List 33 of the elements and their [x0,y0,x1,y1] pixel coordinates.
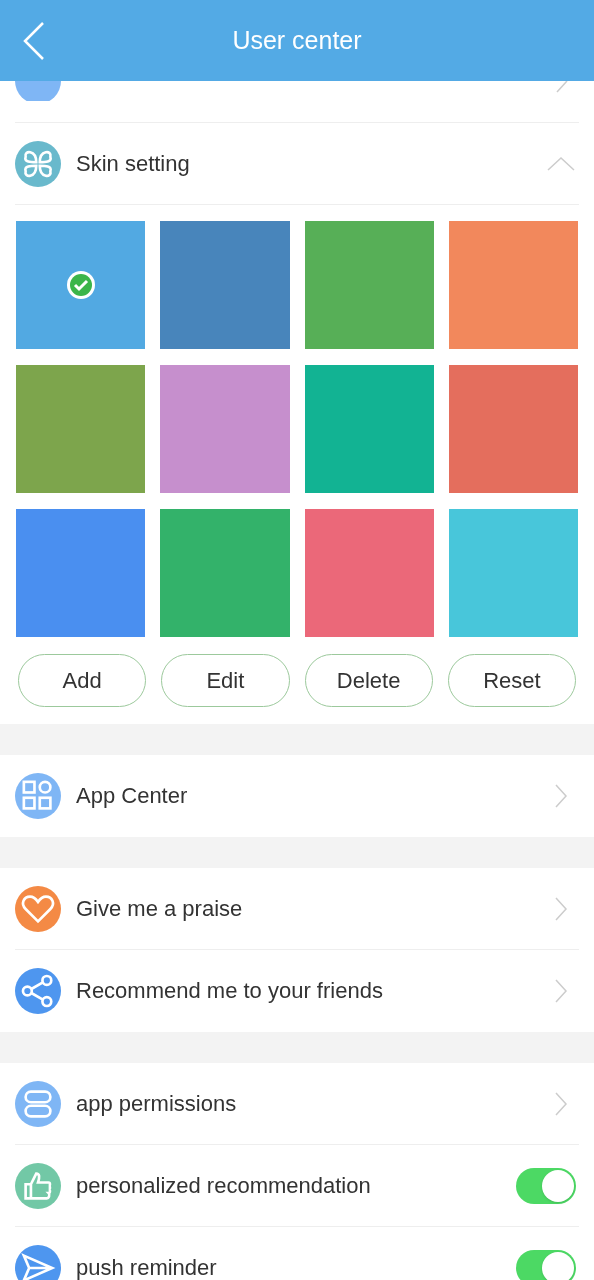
skin-action-button[interactable]: Edit [161,654,290,707]
row-label[interactable]: Skin setting [76,153,546,175]
row-label[interactable]: push reminder [76,1257,516,1279]
thumbs-up-icon [15,1163,61,1209]
toggle-switch[interactable] [516,1168,576,1204]
page-title: User center [232,24,362,56]
skin-swatch[interactable] [160,509,290,637]
skin-swatch[interactable] [16,221,146,349]
skin-action-button[interactable]: Reset [447,654,576,707]
toggle-switch[interactable] [516,1250,576,1280]
skin-swatch[interactable] [448,509,578,637]
skin-swatch[interactable] [160,221,290,349]
share-icon [15,968,61,1014]
skin-swatch[interactable] [304,509,434,637]
skin-swatch[interactable] [448,365,578,493]
clover-icon [15,141,61,187]
back-icon[interactable] [22,21,46,61]
skin-action-button[interactable]: Add [18,654,147,707]
skin-action-button[interactable]: Delete [304,654,433,707]
toggles-icon [15,1081,61,1127]
row-label[interactable]: app permissions [76,1093,554,1115]
row-label[interactable]: Give me a praise [76,898,554,920]
row-label[interactable]: personalized recommendation [76,1175,516,1197]
chevron-up-icon[interactable] [546,156,576,172]
skin-swatch[interactable] [16,365,146,493]
apps-icon [15,773,61,819]
row-label[interactable]: Recommend me to your friends [76,980,554,1002]
skin-swatch[interactable] [160,365,290,493]
skin-swatch[interactable] [448,221,578,349]
skin-swatch[interactable] [16,509,146,637]
skin-swatch[interactable] [304,365,434,493]
check-icon [65,270,96,300]
skin-swatch[interactable] [304,221,434,349]
